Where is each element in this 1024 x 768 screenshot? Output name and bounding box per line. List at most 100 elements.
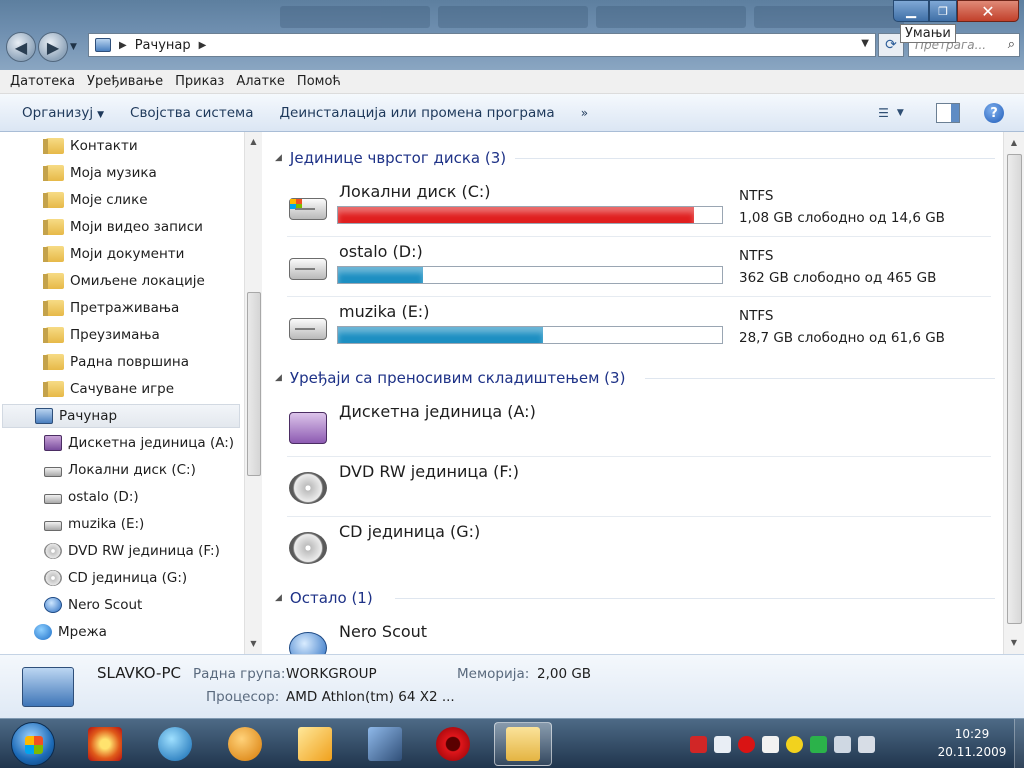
scroll-up-icon[interactable]: ▲ [245,134,262,150]
taskbar-app-winamp[interactable] [286,722,344,766]
address-history-dropdown-icon[interactable]: ▼ [861,38,869,49]
system-properties-button[interactable]: Својства система [122,105,261,121]
back-button[interactable]: ◀ [6,32,36,62]
group-header-removable[interactable]: ◢ Уређаји са преносивим складиштењем (3) [275,367,995,389]
taskbar-app-explorer[interactable] [494,722,552,766]
network-icon [34,624,52,640]
folder-icon [43,327,64,343]
free-space-label: 1,08 GB слободно од 14,6 GB [739,210,945,226]
nav-item-desktop[interactable]: Радна површина [43,350,189,374]
nav-item-label: Мрежа [58,624,107,640]
menu-file[interactable]: Датотека [4,74,81,89]
nav-item-music[interactable]: Моја музика [43,161,157,185]
nav-item-floppy-a[interactable]: Дискетна јединица (A:) [44,431,234,455]
drive-tile-e[interactable]: muzika (E:) NTFS 28,7 GB слободно од 61,… [287,298,987,356]
nav-item-searches[interactable]: Претраживања [43,296,179,320]
breadcrumb-chevron-icon[interactable]: ▶ [119,40,127,51]
cd-icon [289,532,327,564]
nav-item-contacts[interactable]: Контакти [43,134,138,158]
show-desktop-button[interactable] [1014,719,1024,768]
navigation-scrollbar[interactable]: ▲ ▼ [244,132,262,654]
tray-opera-icon[interactable] [738,735,755,753]
device-tile-nero-scout[interactable]: Nero Scout [287,618,987,654]
group-header-hard-drives[interactable]: ◢ Јединице чврстог диска (3) [275,147,995,169]
device-tile-cd-g[interactable]: CD јединица (G:) [287,518,987,576]
nav-item-videos[interactable]: Моји видео записи [43,215,203,239]
taskbar-app-opera[interactable] [424,722,482,766]
menu-help[interactable]: Помоћ [291,74,347,89]
memory-label: Меморија: [457,666,530,682]
minimize-button[interactable]: ▁ [893,0,929,22]
aimp-icon [228,727,262,761]
clock[interactable]: 10:29 20.11.2009 [932,725,1012,761]
search-icon[interactable]: ⌕ [1008,37,1015,52]
nav-item-computer[interactable]: Рачунар [2,404,240,428]
change-view-button[interactable]: ☰ ▼ [868,102,914,124]
taskbar-app-bs-player[interactable] [146,722,204,766]
nav-item-local-disk-c[interactable]: Локални диск (C:) [44,458,196,482]
drive-tile-d[interactable]: ostalo (D:) NTFS 362 GB слободно од 465 … [287,238,987,296]
nav-item-downloads[interactable]: Преузимања [43,323,160,347]
computer-icon [22,667,74,707]
scroll-thumb[interactable] [1007,154,1022,624]
nav-item-muzika-e[interactable]: muzika (E:) [44,512,144,536]
menu-edit[interactable]: Уређивање [81,74,169,89]
group-header-other[interactable]: ◢ Остало (1) [275,587,995,609]
address-bar[interactable]: ▶ Рачунар ▶ ▼ [88,33,876,57]
taskbar-app-nero[interactable] [76,722,134,766]
scroll-down-icon[interactable]: ▼ [245,636,262,652]
tray-app-h-icon[interactable] [810,735,827,753]
scroll-down-icon[interactable]: ▼ [1004,635,1024,651]
computer-icon [35,408,53,424]
nav-item-network[interactable]: Мрежа [34,620,107,644]
menu-view[interactable]: Приказ [169,74,230,89]
tray-antivirus-icon[interactable] [690,735,707,753]
menu-tools[interactable]: Алатке [230,74,291,89]
nav-item-saved-games[interactable]: Сачуване игре [43,377,174,401]
recent-pages-dropdown-icon[interactable]: ▼ [70,42,77,52]
nav-item-ostalo-d[interactable]: ostalo (D:) [44,485,139,509]
group-divider [515,158,995,159]
tray-action-center-flag-icon[interactable] [762,735,779,753]
nav-item-documents[interactable]: Моји документи [43,242,184,266]
drive-name: ostalo (D:) [339,242,423,261]
uninstall-program-button[interactable]: Деинсталација или промена програма [271,105,562,121]
help-button[interactable]: ? [984,103,1004,123]
breadcrumb-computer[interactable]: Рачунар [135,38,191,53]
forward-button[interactable]: ▶ [38,32,68,62]
start-button[interactable] [11,722,55,766]
scroll-up-icon[interactable]: ▲ [1004,135,1024,151]
dvd-icon [44,543,62,559]
refresh-icon: ⟳ [885,37,897,53]
nav-item-nero-scout[interactable]: Nero Scout [44,593,142,617]
device-tile-floppy-a[interactable]: Дискетна јединица (A:) [287,398,987,456]
memory-value: 2,00 GB [537,666,592,682]
drive-icon [44,521,62,531]
tray-disc-icon[interactable] [786,735,803,753]
content-scrollbar[interactable]: ▲ ▼ [1003,132,1024,654]
close-button[interactable]: ✕ [957,0,1019,22]
device-tile-dvd-f[interactable]: DVD RW јединица (F:) [287,458,987,516]
nav-item-dvd-f[interactable]: DVD RW јединица (F:) [44,539,220,563]
nav-item-cd-g[interactable]: CD јединица (G:) [44,566,187,590]
breadcrumb-chevron-icon[interactable]: ▶ [199,40,207,51]
tray-messenger-icon[interactable] [714,735,731,753]
background-windows [280,6,904,28]
more-commands-button[interactable]: » [581,106,588,120]
explorer-folder-icon [506,727,540,761]
preview-pane-button[interactable] [936,103,960,123]
taskbar-app-media[interactable] [356,722,414,766]
details-pane: SLAVKO-PC Радна група: WORKGROUP Мемориј… [0,654,1024,718]
nav-item-pictures[interactable]: Моје слике [43,188,148,212]
collapse-triangle-icon[interactable]: ◢ [275,593,282,603]
nav-item-favorites[interactable]: Омиљене локације [43,269,205,293]
collapse-triangle-icon[interactable]: ◢ [275,153,282,163]
scroll-thumb[interactable] [247,292,261,476]
drive-tile-c[interactable]: Локални диск (C:) NTFS 1,08 GB слободно … [287,178,987,236]
tray-volume-icon[interactable] [858,735,875,753]
collapse-triangle-icon[interactable]: ◢ [275,373,282,383]
organize-button[interactable]: Организуј ▼ [14,105,112,121]
tray-network-icon[interactable] [834,735,851,753]
taskbar-app-aimp[interactable] [216,722,274,766]
maximize-button[interactable]: ❐ [929,0,957,22]
